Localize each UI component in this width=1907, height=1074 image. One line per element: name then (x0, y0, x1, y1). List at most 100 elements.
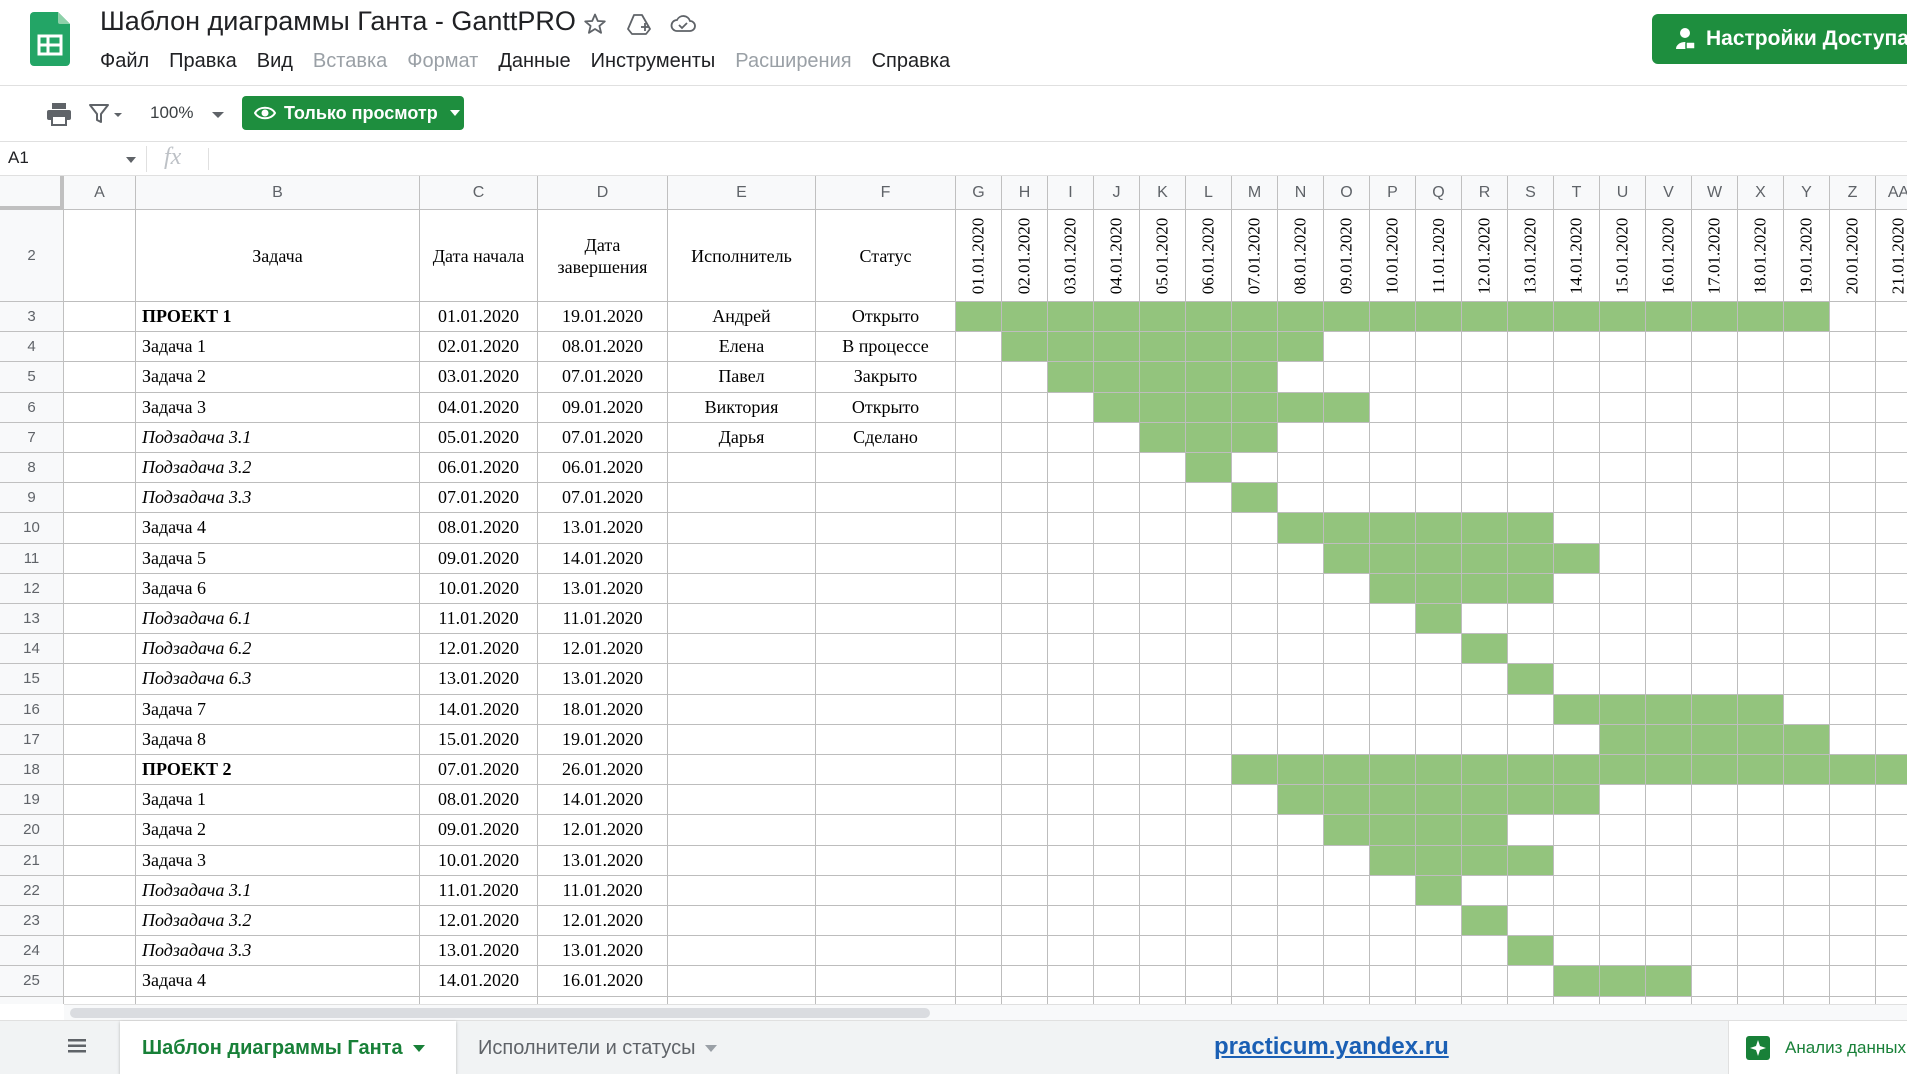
header-date[interactable]: 21.01.2020 (1876, 210, 1907, 302)
column-header[interactable]: Y (1784, 176, 1830, 210)
gantt-bar-cell[interactable] (1554, 785, 1600, 816)
gantt-bar-cell[interactable] (1002, 302, 1048, 333)
gantt-empty-cell[interactable] (1876, 725, 1907, 755)
gantt-empty-cell[interactable] (1416, 362, 1462, 393)
gantt-empty-cell[interactable] (1692, 604, 1738, 635)
gantt-empty-cell[interactable] (1416, 392, 1462, 423)
star-icon[interactable] (580, 10, 610, 38)
gantt-empty-cell[interactable] (1830, 815, 1876, 846)
start-date-cell[interactable]: 10.01.2020 (420, 845, 538, 876)
gantt-empty-cell[interactable] (1830, 966, 1876, 997)
cell-empty[interactable] (64, 755, 136, 786)
gantt-empty-cell[interactable] (1784, 422, 1830, 453)
task-cell[interactable]: Задача 4 (136, 513, 420, 544)
gantt-empty-cell[interactable] (1278, 543, 1324, 574)
row-header[interactable]: 5 (0, 362, 64, 393)
end-date-cell[interactable]: 12.01.2020 (538, 815, 668, 846)
gantt-empty-cell[interactable] (1186, 785, 1232, 816)
gantt-empty-cell[interactable] (1370, 694, 1416, 725)
gantt-empty-cell[interactable] (1646, 453, 1692, 484)
start-date-cell[interactable]: 09.01.2020 (420, 543, 538, 574)
end-date-cell[interactable]: 13.01.2020 (538, 845, 668, 876)
gantt-empty-cell[interactable] (1140, 573, 1186, 604)
column-header[interactable]: H (1002, 176, 1048, 210)
gantt-empty-cell[interactable] (956, 634, 1002, 665)
assignee-cell[interactable] (668, 664, 816, 695)
header-date[interactable]: 09.01.2020 (1324, 210, 1370, 302)
assignee-cell[interactable]: Виктория (668, 392, 816, 423)
gantt-empty-cell[interactable] (1278, 604, 1324, 635)
gantt-bar-cell[interactable] (1646, 724, 1692, 755)
cell-empty[interactable] (64, 332, 136, 363)
gantt-empty-cell[interactable] (1324, 332, 1370, 363)
gantt-empty-cell[interactable] (1140, 453, 1186, 484)
gantt-empty-cell[interactable] (1554, 724, 1600, 755)
gantt-empty-cell[interactable] (1646, 543, 1692, 574)
start-date-cell[interactable]: 09.01.2020 (420, 815, 538, 846)
gantt-empty-cell[interactable] (1692, 543, 1738, 574)
gantt-empty-cell[interactable] (1278, 664, 1324, 695)
gantt-empty-cell[interactable] (1738, 664, 1784, 695)
gantt-empty-cell[interactable] (1508, 422, 1554, 453)
gantt-empty-cell[interactable] (1416, 664, 1462, 695)
task-cell[interactable]: Подзадача 6.3 (136, 664, 420, 695)
gantt-empty-cell[interactable] (956, 392, 1002, 423)
cell-empty[interactable] (64, 483, 136, 514)
gantt-bar-cell[interactable] (1232, 483, 1278, 514)
status-cell[interactable] (816, 573, 956, 604)
header-date[interactable]: 20.01.2020 (1830, 210, 1876, 302)
gantt-empty-cell[interactable] (1094, 996, 1140, 1004)
gantt-empty-cell[interactable] (1692, 332, 1738, 363)
gantt-empty-cell[interactable] (1692, 422, 1738, 453)
gantt-empty-cell[interactable] (1738, 875, 1784, 906)
gantt-empty-cell[interactable] (1692, 573, 1738, 604)
gantt-empty-cell[interactable] (1324, 453, 1370, 484)
gantt-bar-cell[interactable] (1416, 755, 1462, 786)
column-header[interactable]: L (1186, 176, 1232, 210)
end-date-cell[interactable]: 12.01.2020 (538, 634, 668, 665)
gantt-empty-cell[interactable] (1600, 543, 1646, 574)
cell-empty[interactable] (64, 845, 136, 876)
gantt-empty-cell[interactable] (1094, 483, 1140, 514)
gantt-bar-cell[interactable] (1094, 332, 1140, 363)
column-header[interactable]: AA (1876, 176, 1907, 210)
gantt-bar-cell[interactable] (1186, 392, 1232, 423)
cell-empty[interactable] (64, 392, 136, 423)
gantt-empty-cell[interactable] (1324, 936, 1370, 967)
row-header[interactable]: 4 (0, 332, 64, 363)
gantt-bar-cell[interactable] (1416, 785, 1462, 816)
gantt-empty-cell[interactable] (1232, 785, 1278, 816)
status-cell[interactable]: Закрыто (816, 362, 956, 393)
gantt-empty-cell[interactable] (956, 362, 1002, 393)
header-date[interactable]: 11.01.2020 (1416, 210, 1462, 302)
gantt-bar-cell[interactable] (1186, 362, 1232, 393)
gantt-empty-cell[interactable] (1186, 936, 1232, 967)
end-date-cell[interactable]: 07.01.2020 (538, 422, 668, 453)
gantt-empty-cell[interactable] (1784, 483, 1830, 514)
gantt-bar-cell[interactable] (1232, 392, 1278, 423)
gantt-empty-cell[interactable] (956, 422, 1002, 453)
gantt-empty-cell[interactable] (1876, 574, 1907, 604)
end-date-cell[interactable]: 11.01.2020 (538, 604, 668, 635)
gantt-empty-cell[interactable] (1140, 543, 1186, 574)
cell-empty[interactable] (420, 996, 538, 1004)
gantt-empty-cell[interactable] (1508, 362, 1554, 393)
gantt-empty-cell[interactable] (1416, 724, 1462, 755)
end-date-cell[interactable]: 07.01.2020 (538, 362, 668, 393)
gantt-empty-cell[interactable] (1370, 936, 1416, 967)
gantt-empty-cell[interactable] (1692, 936, 1738, 967)
gantt-empty-cell[interactable] (1140, 483, 1186, 514)
status-cell[interactable] (816, 966, 956, 997)
column-header[interactable]: Q (1416, 176, 1462, 210)
menu-item[interactable]: Вид (257, 50, 293, 73)
gantt-empty-cell[interactable] (1416, 996, 1462, 1004)
gantt-bar-cell[interactable] (1876, 755, 1907, 786)
gantt-empty-cell[interactable] (1048, 392, 1094, 423)
cell-empty[interactable] (64, 604, 136, 635)
status-cell[interactable] (816, 543, 956, 574)
task-cell[interactable]: Задача 7 (136, 694, 420, 725)
cell-empty[interactable] (668, 996, 816, 1004)
gantt-empty-cell[interactable] (1048, 845, 1094, 876)
gantt-empty-cell[interactable] (1232, 664, 1278, 695)
gantt-empty-cell[interactable] (1324, 845, 1370, 876)
